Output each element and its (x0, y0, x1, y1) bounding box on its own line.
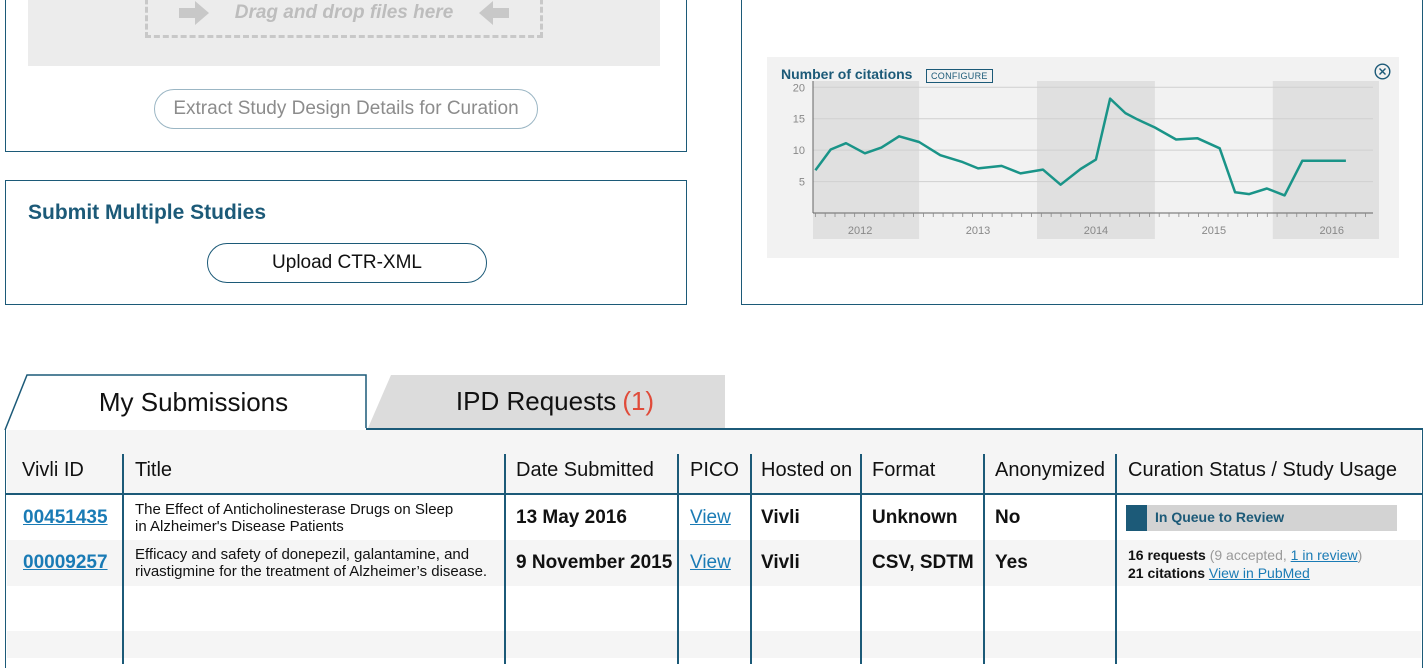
row-1-format: Unknown (872, 507, 958, 528)
status-badge: In Queue to Review (1126, 505, 1397, 531)
header-divider (6, 493, 1422, 495)
arrow-right-icon (178, 0, 209, 25)
chart-plot: 5 10 15 20 2012 2013 2014 2015 2016 (793, 81, 1379, 239)
y-tick-label: 10 (793, 145, 805, 157)
tab-ipd-requests-label: IPD Requests (455, 385, 617, 416)
y-tick-label: 15 (793, 114, 805, 126)
column-divider (1115, 454, 1117, 664)
row-2-hosted-on: Vivli (761, 552, 800, 573)
row-1-pico-view-link[interactable]: View (690, 507, 731, 529)
tab-my-submissions-label: My Submissions (98, 387, 289, 417)
row-1-title-line-2: in Alzheimer's Disease Patients (135, 518, 344, 535)
usage-close-paren: ) (1357, 547, 1363, 563)
year-band (813, 81, 920, 239)
x-tick-label: 2015 (1202, 225, 1226, 237)
tab-my-submissions[interactable]: My Submissions (20, 375, 367, 430)
column-divider (677, 454, 679, 664)
submit-multiple-title: Submit Multiple Studies (28, 201, 267, 224)
chart-panel: Number of citations CONFIGURE 5 10 15 20 201… (741, 0, 1423, 305)
header-pico[interactable]: PICO (690, 459, 739, 482)
row-2-date: 9 November 2015 (516, 552, 673, 573)
row-1-vivli-id-link[interactable]: 00451435 (23, 507, 108, 529)
view-in-pubmed-link[interactable]: View in PubMed (1209, 565, 1310, 581)
usage-requests: 16 requests (1128, 547, 1206, 563)
header-date-submitted[interactable]: Date Submitted (516, 459, 654, 482)
column-divider (122, 454, 124, 664)
usage-citations-line: 21 citations View in PubMed (1128, 564, 1362, 582)
header-hosted-on[interactable]: Hosted on (761, 459, 852, 482)
row-1-title: The Effect of Anticholinesterase Drugs o… (135, 501, 453, 535)
row-2-format: CSV, SDTM (872, 552, 974, 573)
column-divider (983, 454, 985, 664)
x-tick-label: 2014 (1084, 225, 1108, 237)
column-divider (750, 454, 752, 664)
status-label: In Queue to Review (1155, 509, 1285, 525)
usage-requests-line: 16 requests (9 accepted, 1 in review) (1128, 546, 1362, 564)
header-curation-status[interactable]: Curation Status / Study Usage (1128, 459, 1397, 482)
drop-text: Drag and drop files here (234, 1, 454, 23)
y-tick-label: 5 (799, 177, 805, 189)
row-1-hosted-on: Vivli (761, 507, 800, 528)
status-indicator (1126, 505, 1147, 531)
usage-in-review-link[interactable]: 1 in review (1291, 547, 1358, 563)
row-2-title-line-2: rivastigmine for the treatment of Alzhei… (135, 563, 488, 580)
x-tick-label: 2012 (848, 225, 872, 237)
column-divider (504, 454, 506, 664)
row-2-title-line-1: Efficacy and safety of donepezil, galant… (135, 546, 470, 563)
y-tick-label: 20 (793, 82, 805, 94)
drop-target[interactable]: Drag and drop files here (145, 0, 543, 38)
row-1-anonymized: No (995, 507, 1021, 528)
row-2-usage: 16 requests (9 accepted, 1 in review) 21… (1128, 546, 1362, 582)
x-tick-label: 2013 (966, 225, 990, 237)
x-tick-label: 2016 (1319, 225, 1343, 237)
header-vivli-id[interactable]: Vivli ID (22, 459, 84, 482)
arrow-left-icon (479, 0, 510, 25)
header-anonymized[interactable]: Anonymized (995, 459, 1105, 482)
table-row-bg (7, 631, 1421, 658)
ipd-requests-count: (1) (622, 385, 655, 416)
upload-ctr-xml-button[interactable]: Upload CTR-XML (207, 243, 487, 283)
usage-citations: 21 citations (1128, 565, 1206, 581)
usage-accepted: (9 accepted, (1209, 547, 1287, 563)
row-2-title: Efficacy and safety of donepezil, galant… (135, 546, 487, 580)
header-format[interactable]: Format (872, 459, 935, 482)
tab-ipd-requests[interactable]: IPD Requests (1) (385, 375, 725, 427)
row-1-date: 13 May 2016 (516, 507, 627, 528)
header-title[interactable]: Title (135, 459, 172, 482)
extract-study-design-button[interactable]: Extract Study Design Details for Curatio… (154, 89, 538, 129)
citations-chart: Number of citations CONFIGURE 5 10 15 20 201… (767, 57, 1399, 258)
dropzone[interactable]: Drag and drop files here (28, 0, 660, 66)
row-2-vivli-id-link[interactable]: 00009257 (23, 552, 108, 574)
row-2-pico-view-link[interactable]: View (690, 552, 731, 574)
row-2-anonymized: Yes (995, 552, 1028, 573)
column-divider (860, 454, 862, 664)
row-1-title-line-1: The Effect of Anticholinesterase Drugs o… (135, 501, 454, 518)
upload-panel: Drag and drop files here Extract Study D… (5, 0, 687, 152)
submit-multiple-panel: Submit Multiple Studies Upload CTR-XML (5, 180, 687, 305)
